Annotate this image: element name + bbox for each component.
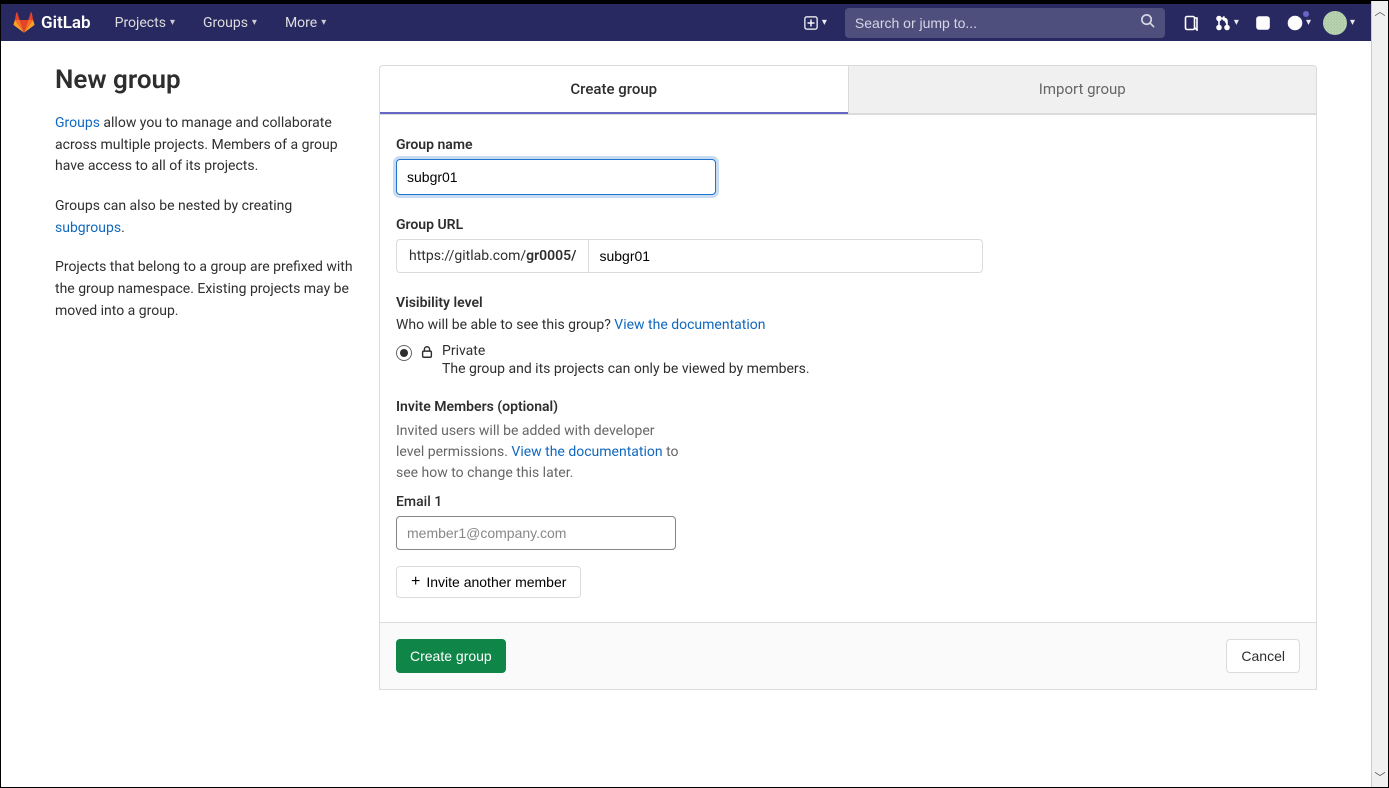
nav-groups[interactable]: Groups ▾: [191, 9, 269, 37]
gitlab-logo[interactable]: GitLab: [13, 12, 91, 34]
info-paragraph: Projects that belong to a group are pref…: [55, 257, 355, 322]
label-invite-members: Invite Members (optional): [396, 399, 1300, 415]
form-actions: Create group Cancel: [380, 622, 1316, 689]
create-group-form: Group name Group URL https://gitlab.com/…: [379, 115, 1317, 690]
info-paragraph: Groups allow you to manage and collabora…: [55, 113, 355, 178]
invite-another-label: Invite another member: [426, 574, 566, 590]
scroll-up-icon[interactable]: ︿: [1375, 1, 1386, 21]
new-button[interactable]: ▾: [796, 9, 835, 37]
create-group-button[interactable]: Create group: [396, 639, 506, 673]
plus-icon: +: [411, 574, 420, 590]
private-description: The group and its projects can only be v…: [442, 361, 810, 377]
visibility-help: Who will be able to see this group? View…: [396, 317, 1300, 333]
visibility-private-option[interactable]: Private The group and its projects can o…: [396, 343, 1300, 377]
chevron-down-icon: ▾: [170, 17, 175, 28]
gitlab-icon: [13, 12, 35, 34]
info-paragraph: Groups can also be nested by creating su…: [55, 196, 355, 239]
chevron-down-icon: ▾: [1306, 17, 1311, 28]
chevron-down-icon: ▾: [1234, 17, 1239, 28]
user-menu[interactable]: ▾: [1319, 7, 1359, 39]
chevron-down-icon: ▾: [252, 17, 257, 28]
label-group-url: Group URL: [396, 217, 1300, 233]
search-input[interactable]: [855, 15, 1132, 31]
radio-button[interactable]: [396, 345, 412, 361]
chevron-down-icon: ▾: [822, 17, 827, 28]
group-url-prefix: https://gitlab.com/gr0005/: [396, 239, 588, 273]
invite-description: Invited users will be added with develop…: [396, 421, 686, 484]
avatar: [1323, 11, 1347, 35]
nav-projects[interactable]: Projects ▾: [103, 9, 187, 37]
tab-create-group[interactable]: Create group: [380, 66, 848, 114]
tabs: Create group Import group: [379, 65, 1317, 115]
info-text: .: [121, 220, 125, 236]
info-text: Groups can also be nested by creating: [55, 198, 292, 214]
tab-import-group[interactable]: Import group: [848, 66, 1317, 114]
label-email-1: Email 1: [396, 494, 1300, 510]
nav-more-label: More: [285, 15, 317, 31]
scroll-down-icon[interactable]: ﹀: [1375, 767, 1386, 787]
window-scrollbar[interactable]: ︿ ﹀: [1371, 1, 1388, 787]
merge-requests-button[interactable]: ▾: [1211, 7, 1243, 39]
private-label: Private: [442, 343, 810, 359]
subgroups-link[interactable]: subgroups: [55, 220, 121, 236]
group-name-input[interactable]: [396, 159, 716, 195]
lock-icon: [420, 343, 434, 363]
invite-doc-link[interactable]: View the documentation: [511, 444, 662, 460]
group-url-input[interactable]: [588, 239, 983, 273]
visibility-doc-link[interactable]: View the documentation: [614, 317, 765, 333]
info-sidebar: New group Groups allow you to manage and…: [55, 65, 355, 690]
nav-projects-label: Projects: [115, 15, 166, 31]
issues-button[interactable]: [1175, 7, 1207, 39]
nav-more[interactable]: More ▾: [273, 9, 338, 37]
notification-dot: [1303, 11, 1309, 17]
cancel-button[interactable]: Cancel: [1226, 639, 1300, 673]
email-1-input[interactable]: [396, 516, 676, 550]
invite-another-button[interactable]: + Invite another member: [396, 566, 581, 598]
help-button[interactable]: ▾: [1283, 7, 1315, 39]
page-title: New group: [55, 65, 355, 95]
search-icon: [1140, 13, 1155, 32]
groups-link[interactable]: Groups: [55, 115, 100, 131]
todos-button[interactable]: [1247, 7, 1279, 39]
label-visibility: Visibility level: [396, 295, 1300, 311]
nav-groups-label: Groups: [203, 15, 248, 31]
search-box[interactable]: [845, 8, 1165, 38]
label-group-name: Group name: [396, 137, 1300, 153]
chevron-down-icon: ▾: [321, 17, 326, 28]
top-nav: GitLab Projects ▾ Groups ▾ More ▾ ▾: [1, 1, 1371, 41]
brand-text: GitLab: [41, 13, 91, 33]
chevron-down-icon: ▾: [1350, 17, 1355, 28]
